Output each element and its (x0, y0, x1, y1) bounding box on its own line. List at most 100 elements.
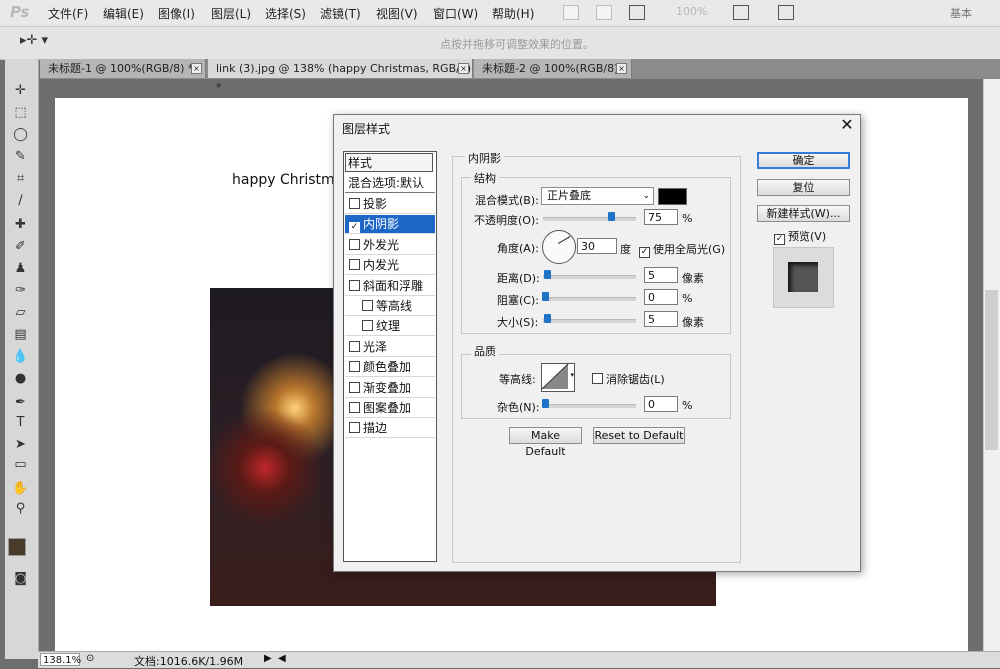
menu-layer[interactable]: 图层(L) (211, 5, 251, 22)
style-checkbox[interactable] (349, 402, 360, 413)
ok-button[interactable]: 确定 (757, 152, 850, 169)
eraser-tool-icon[interactable]: ▱ (12, 305, 29, 321)
marquee-tool-icon[interactable]: ⬚ (12, 105, 29, 121)
choke-input[interactable]: 0 (644, 289, 678, 305)
style-checkbox[interactable] (349, 422, 360, 434)
style-checkbox[interactable] (349, 340, 360, 352)
style-checkbox[interactable] (349, 279, 360, 291)
angle-input[interactable]: 30 (577, 238, 617, 254)
opacity-slider[interactable] (543, 217, 636, 221)
angle-dial[interactable] (542, 230, 576, 264)
move-tool-icon[interactable]: ✛ (12, 83, 29, 99)
move-tool-icon[interactable]: ▸✛ ▾ (20, 33, 48, 48)
opacity-input[interactable]: 75 (644, 209, 678, 225)
arrange-icon[interactable] (733, 5, 749, 20)
blur-tool-icon[interactable]: 💧 (12, 349, 29, 365)
choke-slider-handle[interactable] (542, 292, 549, 301)
distance-slider[interactable] (543, 275, 636, 279)
tab-untitled-1[interactable]: 未标题-1 @ 100%(RGB/8) * × (40, 59, 206, 78)
pen-tool-icon[interactable]: ✒ (12, 395, 29, 411)
brush-tool-icon[interactable]: ✐ (12, 239, 29, 255)
style-item[interactable]: ✓ 内阴影 (345, 215, 435, 235)
menu-file[interactable]: 文件(F) (48, 5, 88, 22)
menu-view[interactable]: 视图(V) (376, 5, 418, 22)
size-slider-handle[interactable] (544, 314, 551, 323)
tab-link-jpg[interactable]: link (3).jpg @ 138% (happy Christmas, RG… (208, 59, 473, 94)
workspace-switcher[interactable]: 基本 (950, 5, 972, 21)
noise-slider-handle[interactable] (542, 399, 549, 408)
make-default-button[interactable]: Make Default (509, 427, 582, 458)
reset-to-default-button[interactable]: Reset to Default (593, 427, 685, 444)
shape-tool-icon[interactable]: ▭ (12, 457, 29, 473)
noise-input[interactable]: 0 (644, 396, 678, 412)
menu-filter[interactable]: 滤镜(T) (320, 5, 361, 22)
lasso-tool-icon[interactable]: ◯ (12, 127, 29, 143)
quick-mask-icon[interactable]: ◙ (12, 571, 29, 587)
style-checkbox[interactable]: ✓ (349, 222, 360, 234)
style-checkbox[interactable] (349, 238, 360, 250)
quick-select-icon[interactable]: ✎ (12, 149, 29, 165)
zoom-field[interactable]: 138.1% (40, 653, 81, 666)
extras-icon[interactable] (629, 5, 645, 20)
global-light-checkbox[interactable]: ✓ 使用全局光(G) (639, 241, 725, 258)
close-icon[interactable]: × (458, 63, 469, 74)
style-checkbox[interactable] (349, 259, 360, 271)
dodge-tool-icon[interactable]: ● (12, 371, 29, 387)
distance-slider-handle[interactable] (544, 270, 551, 279)
blend-mode-select[interactable]: 正片叠底 ⌄ (541, 187, 654, 205)
gradient-tool-icon[interactable]: ▤ (12, 327, 29, 343)
close-icon[interactable]: × (191, 63, 202, 74)
style-item[interactable]: 内发光 (345, 256, 435, 276)
style-item[interactable]: 等高线 (345, 297, 435, 316)
contour-picker[interactable]: ▾ (541, 363, 575, 392)
size-input[interactable]: 5 (644, 311, 678, 327)
blend-options-item[interactable]: 混合选项:默认 (345, 174, 435, 193)
style-checkbox[interactable] (349, 198, 360, 209)
menu-image[interactable]: 图像(I) (158, 5, 195, 22)
style-checkbox[interactable] (349, 361, 360, 373)
style-list-header[interactable]: 样式 (345, 153, 433, 172)
style-item[interactable]: 渐变叠加 (345, 379, 435, 398)
style-item[interactable]: 颜色叠加 (345, 358, 435, 378)
screen-mode-icon[interactable] (778, 5, 794, 20)
antialias-checkbox[interactable]: 消除锯齿(L) (592, 371, 665, 387)
scrollbar-thumb[interactable] (985, 290, 998, 450)
close-icon[interactable]: × (616, 63, 627, 74)
choke-slider[interactable] (543, 297, 636, 301)
eyedropper-icon[interactable]: ∕ (12, 193, 29, 209)
hand-tool-icon[interactable]: ✋ (12, 481, 29, 497)
style-checkbox[interactable] (349, 381, 360, 393)
history-brush-icon[interactable]: ✑ (12, 283, 29, 299)
shadow-color-swatch[interactable] (658, 188, 687, 205)
style-item[interactable]: 描边 (345, 419, 435, 439)
style-item[interactable]: 图案叠加 (345, 399, 435, 418)
scroll-left-arrow[interactable]: ◀ (278, 653, 286, 664)
bridge-icon[interactable] (563, 5, 579, 20)
style-item[interactable]: 投影 (345, 195, 435, 214)
crop-tool-icon[interactable]: ⌗ (12, 171, 29, 187)
menu-select[interactable]: 选择(S) (265, 5, 306, 22)
style-item[interactable]: 外发光 (345, 236, 435, 255)
type-tool-icon[interactable]: T (12, 415, 29, 431)
menu-window[interactable]: 窗口(W) (433, 5, 478, 22)
foreground-color-swatch[interactable] (8, 538, 26, 556)
preview-checkbox[interactable]: ✓ 预览(V) (774, 228, 826, 245)
status-menu-arrow[interactable]: ▶ (264, 653, 272, 664)
noise-slider[interactable] (543, 404, 636, 408)
zoom-level[interactable]: 100% (676, 5, 707, 18)
style-checkbox[interactable] (362, 300, 373, 311)
menu-help[interactable]: 帮助(H) (492, 5, 534, 22)
close-icon[interactable]: ✕ (839, 117, 855, 133)
style-item[interactable]: 纹理 (345, 317, 435, 337)
status-icon[interactable]: ⊙ (86, 653, 94, 664)
path-select-icon[interactable]: ➤ (12, 437, 29, 453)
zoom-tool-icon[interactable]: ⚲ (12, 501, 29, 517)
size-slider[interactable] (543, 319, 636, 323)
style-item[interactable]: 光泽 (345, 338, 435, 357)
menu-edit[interactable]: 编辑(E) (103, 5, 144, 22)
style-item[interactable]: 斜面和浮雕 (345, 277, 435, 296)
style-checkbox[interactable] (362, 320, 373, 332)
stamp-tool-icon[interactable]: ♟ (12, 261, 29, 277)
healing-brush-icon[interactable]: ✚ (12, 217, 29, 233)
distance-input[interactable]: 5 (644, 267, 678, 283)
